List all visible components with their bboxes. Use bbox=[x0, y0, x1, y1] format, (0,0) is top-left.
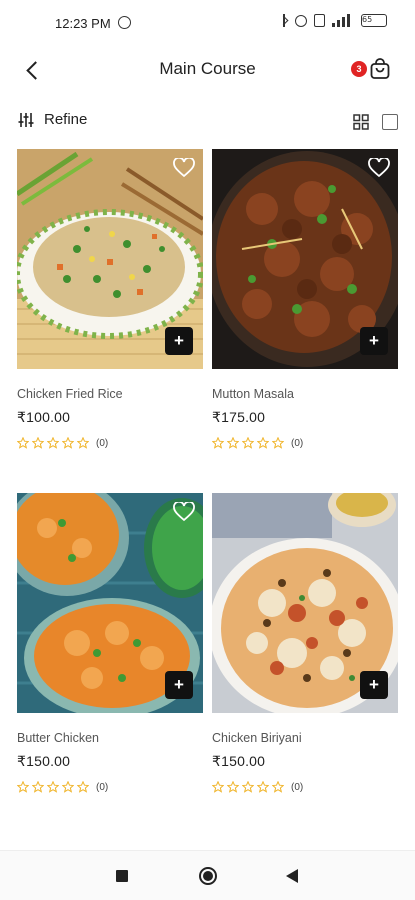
cart-icon bbox=[370, 58, 390, 79]
plus-icon: + bbox=[174, 675, 184, 694]
product-image[interactable]: + bbox=[17, 149, 203, 369]
add-to-cart-button[interactable]: + bbox=[360, 671, 388, 699]
system-nav-bar bbox=[0, 850, 415, 900]
product-image[interactable]: + bbox=[212, 149, 398, 369]
add-to-cart-button[interactable]: + bbox=[165, 671, 193, 699]
signal-icon bbox=[332, 14, 354, 27]
system-back-icon[interactable] bbox=[286, 869, 298, 883]
status-icons: 65 bbox=[280, 14, 387, 27]
plus-icon: + bbox=[369, 331, 379, 350]
toolbar: Refine bbox=[0, 106, 415, 138]
refine-label: Refine bbox=[44, 111, 88, 128]
recent-apps-icon[interactable] bbox=[116, 870, 128, 882]
grid-view-icon[interactable] bbox=[353, 114, 369, 130]
star-icon bbox=[62, 781, 74, 793]
battery-icon: 65 bbox=[361, 14, 387, 27]
product-name[interactable]: Mutton Masala bbox=[212, 387, 398, 401]
product-card[interactable]: + Chicken Fried Rice ₹100.00 (0) bbox=[17, 149, 203, 449]
rating-count: (0) bbox=[291, 437, 304, 449]
add-to-cart-button[interactable]: + bbox=[165, 327, 193, 355]
cart-button[interactable]: 3 bbox=[351, 57, 399, 83]
refine-icon bbox=[18, 112, 34, 127]
product-image[interactable]: + bbox=[17, 493, 203, 713]
star-icon bbox=[17, 781, 29, 793]
star-icon bbox=[47, 781, 59, 793]
product-price: ₹150.00 bbox=[212, 753, 266, 769]
product-price: ₹175.00 bbox=[212, 409, 266, 425]
rating-stars: (0) bbox=[17, 781, 203, 793]
heart-icon[interactable] bbox=[368, 158, 390, 178]
rating-count: (0) bbox=[291, 781, 304, 793]
star-icon bbox=[47, 437, 59, 449]
product-name[interactable]: Chicken Biriyani bbox=[212, 731, 398, 745]
product-card[interactable]: + Butter Chicken ₹150.00 (0) bbox=[17, 493, 203, 793]
bluetooth-icon bbox=[280, 14, 288, 27]
star-icon bbox=[272, 437, 284, 449]
rating-count: (0) bbox=[96, 437, 109, 449]
star-icon bbox=[257, 437, 269, 449]
star-icon bbox=[212, 437, 224, 449]
status-bar: 12:23 PM 65 bbox=[0, 0, 415, 44]
rating-stars: (0) bbox=[212, 781, 398, 793]
product-price: ₹100.00 bbox=[17, 409, 71, 425]
star-icon bbox=[32, 781, 44, 793]
product-card[interactable]: + Chicken Biriyani ₹150.00 (0) bbox=[212, 493, 398, 793]
rating-stars: (0) bbox=[212, 437, 398, 449]
status-time: 12:23 PM bbox=[55, 16, 111, 31]
sim-icon bbox=[314, 14, 325, 27]
product-price: ₹150.00 bbox=[17, 753, 71, 769]
star-icon bbox=[32, 437, 44, 449]
plus-icon: + bbox=[174, 331, 184, 350]
star-icon bbox=[242, 437, 254, 449]
product-image[interactable]: + bbox=[212, 493, 398, 713]
rating-stars: (0) bbox=[17, 437, 203, 449]
home-icon[interactable] bbox=[199, 867, 217, 885]
star-icon bbox=[242, 781, 254, 793]
cart-count-badge: 3 bbox=[351, 61, 367, 77]
product-name[interactable]: Chicken Fried Rice bbox=[17, 387, 203, 401]
product-card[interactable]: + Mutton Masala ₹175.00 (0) bbox=[212, 149, 398, 449]
heart-icon[interactable] bbox=[173, 158, 195, 178]
product-name[interactable]: Butter Chicken bbox=[17, 731, 203, 745]
star-icon bbox=[77, 781, 89, 793]
rating-count: (0) bbox=[96, 781, 109, 793]
add-to-cart-button[interactable]: + bbox=[360, 327, 388, 355]
star-icon bbox=[17, 437, 29, 449]
heart-icon[interactable] bbox=[173, 502, 195, 522]
star-icon bbox=[227, 781, 239, 793]
alarm-icon bbox=[295, 14, 307, 27]
list-view-icon[interactable] bbox=[382, 114, 398, 130]
star-icon bbox=[62, 437, 74, 449]
whatsapp-icon bbox=[118, 16, 131, 29]
star-icon bbox=[227, 437, 239, 449]
plus-icon: + bbox=[369, 675, 379, 694]
star-icon bbox=[272, 781, 284, 793]
refine-button[interactable]: Refine bbox=[18, 111, 87, 128]
star-icon bbox=[77, 437, 89, 449]
star-icon bbox=[212, 781, 224, 793]
star-icon bbox=[257, 781, 269, 793]
app-header: Main Course 3 bbox=[0, 44, 415, 96]
